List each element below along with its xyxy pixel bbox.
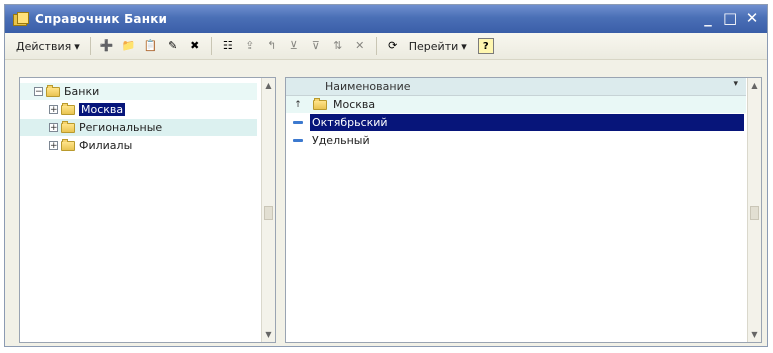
tree-item-label: Региональные — [79, 121, 163, 134]
column-dropdown-icon[interactable]: ▾ — [733, 79, 738, 89]
element-icon — [293, 139, 303, 142]
collapse-toggle-icon[interactable]: − — [34, 87, 43, 97]
title-bar[interactable]: Справочник Банки _ □ ✕ — [5, 5, 767, 33]
add-group-icon[interactable]: 📁 — [121, 38, 137, 54]
folder-icon — [46, 84, 60, 97]
scroll-down-icon[interactable]: ▼ — [749, 329, 760, 340]
hierarchy-view-icon[interactable]: ☷ — [220, 38, 236, 54]
scroll-up-icon[interactable]: ▲ — [749, 80, 760, 91]
tree-scrollbar[interactable]: ▲ ▼ — [261, 78, 275, 342]
expand-toggle-icon[interactable]: + — [49, 141, 58, 151]
reference-window: Справочник Банки _ □ ✕ Действия ▾ ➕ 📁 📋 … — [4, 4, 768, 347]
tree-item[interactable]: + Региональные — [20, 119, 257, 136]
actions-menu[interactable]: Действия ▾ — [11, 38, 85, 55]
copy-item-icon[interactable]: 📋 — [143, 38, 159, 54]
item-marker — [286, 139, 310, 142]
clear-filter-icon[interactable]: ✕ — [352, 38, 368, 54]
toolbar-separator — [89, 37, 91, 55]
folder-icon — [313, 97, 327, 110]
items-list-pane: Наименование ▾ ↑ Москва Октябрьский Удел… — [285, 77, 762, 343]
dropdown-arrow-icon: ▾ — [461, 39, 467, 53]
actions-label: Действия — [16, 39, 72, 53]
toolbar-separator — [210, 37, 212, 55]
catalog-icon — [13, 12, 29, 26]
folder-icon — [61, 138, 75, 151]
add-item-icon[interactable]: ➕ — [99, 38, 115, 54]
move-to-group-icon[interactable]: ⇪ — [242, 38, 258, 54]
tree-root-label: Банки — [64, 85, 100, 98]
table-row[interactable]: Удельный — [286, 132, 746, 149]
tree-root-row[interactable]: − Банки — [20, 83, 257, 100]
folder-icon — [61, 102, 75, 115]
edit-item-icon[interactable]: ✎ — [165, 38, 181, 54]
dropdown-arrow-icon: ▾ — [74, 39, 80, 53]
level-up-icon[interactable]: ↰ — [264, 38, 280, 54]
expand-toggle-icon[interactable]: + — [49, 105, 58, 115]
window-title: Справочник Банки — [35, 12, 168, 26]
grid-header: Наименование ▾ — [286, 78, 746, 96]
expand-toggle-icon[interactable]: + — [49, 123, 58, 133]
folder-icon — [61, 120, 75, 133]
element-icon — [293, 121, 303, 124]
maximize-button[interactable]: □ — [723, 9, 737, 27]
row-name: Удельный — [312, 134, 370, 147]
column-header-name[interactable]: Наименование — [325, 80, 410, 93]
refresh-icon[interactable]: ⟳ — [385, 38, 401, 54]
help-button[interactable]: ? — [477, 38, 494, 54]
row-name: Октябрьский — [310, 114, 744, 131]
filter-icon[interactable]: ⊻ — [286, 38, 302, 54]
group-tree-pane: − Банки + Москва + Региональные + Филиал… — [19, 77, 276, 343]
level-up-marker-icon: ↑ — [294, 99, 302, 110]
tree-item-label: Филиалы — [79, 139, 133, 152]
sort-icon[interactable]: ⇅ — [330, 38, 346, 54]
table-row[interactable]: Октябрьский — [286, 114, 746, 131]
row-name: Москва — [333, 98, 376, 111]
grid-scrollbar[interactable]: ▲ ▼ — [747, 78, 761, 342]
tree-item[interactable]: + Москва — [20, 101, 257, 118]
toolbar-separator — [375, 37, 377, 55]
goto-menu[interactable]: Перейти ▾ — [404, 38, 472, 55]
tree-item-label: Москва — [79, 103, 126, 116]
goto-label: Перейти — [408, 39, 459, 53]
scroll-thumb[interactable] — [750, 206, 759, 220]
table-row[interactable]: ↑ Москва — [286, 96, 746, 113]
filter-value-icon[interactable]: ⊽ — [308, 38, 324, 54]
scroll-thumb[interactable] — [264, 206, 273, 220]
scroll-down-icon[interactable]: ▼ — [263, 329, 274, 340]
toolbar: Действия ▾ ➕ 📁 📋 ✎ ✖ ☷ ⇪ ↰ ⊻ ⊽ ⇅ ✕ ⟳ Пер… — [5, 33, 767, 60]
scroll-up-icon[interactable]: ▲ — [263, 80, 274, 91]
delete-item-icon[interactable]: ✖ — [187, 38, 203, 54]
window-controls: _ □ ✕ — [701, 9, 759, 27]
close-button[interactable]: ✕ — [745, 9, 759, 27]
tree-item[interactable]: + Филиалы — [20, 137, 257, 154]
item-marker — [286, 121, 310, 124]
minimize-button[interactable]: _ — [701, 9, 715, 27]
